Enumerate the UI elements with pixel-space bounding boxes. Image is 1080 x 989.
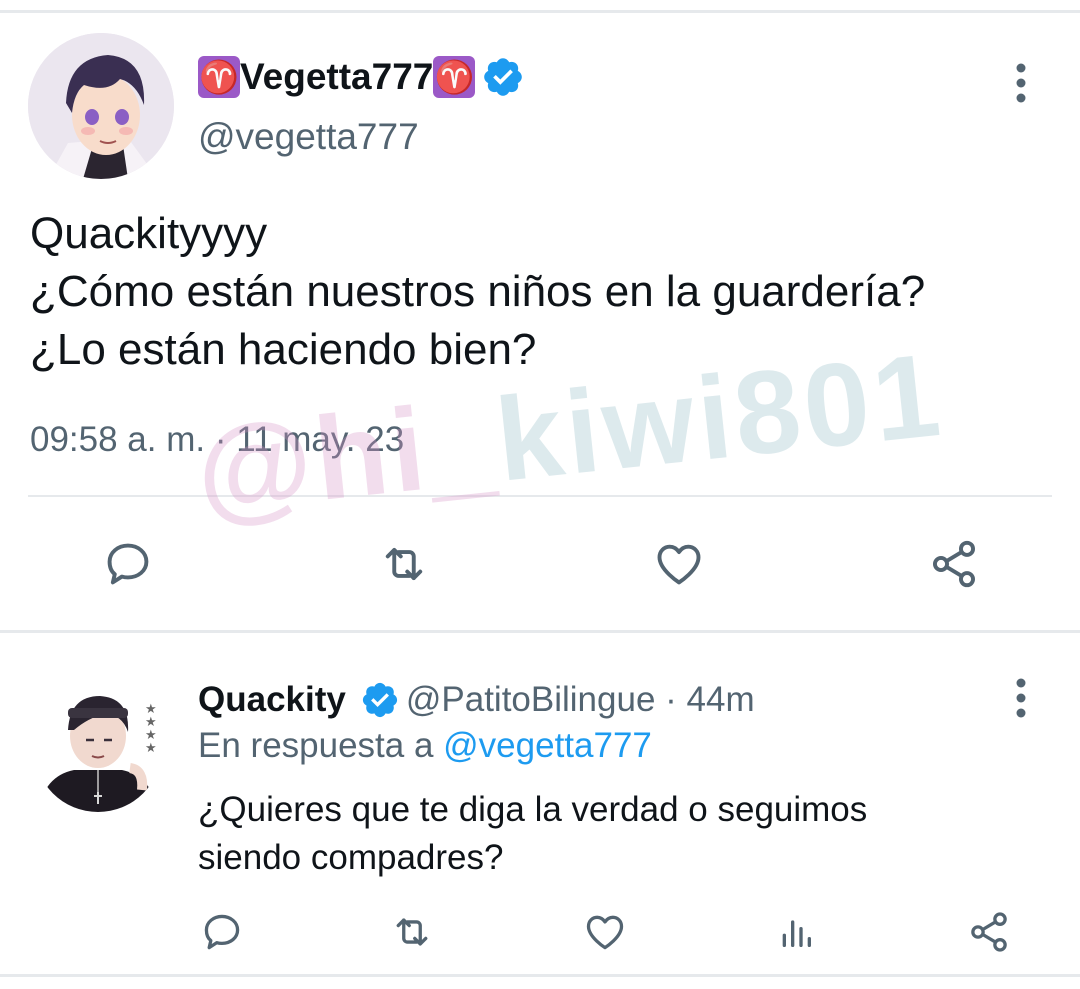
reply-context: En respuesta a @vegetta777 xyxy=(198,726,652,766)
reply-display-name: Quackity xyxy=(198,680,346,719)
share-icon[interactable] xyxy=(966,910,1012,954)
tweet-line: Quackityyyy xyxy=(30,209,268,258)
content-divider xyxy=(28,495,1052,497)
reply-line: ¿Quieres que te diga la verdad o seguimo… xyxy=(198,790,868,829)
vegetta-avatar[interactable] xyxy=(28,33,174,179)
share-icon[interactable] xyxy=(926,538,982,590)
meta-separator: · xyxy=(655,680,687,719)
reply-handle: @PatitoBilingue xyxy=(405,680,656,719)
reply-prefix: En respuesta a xyxy=(198,726,444,765)
reply-author[interactable]: Quackity @PatitoBilingue · 44m xyxy=(198,678,755,722)
tweet-text: Quackityyyy ¿Cómo están nuestros niños e… xyxy=(30,205,925,379)
author-name[interactable]: ♈ Vegetta777 ♈ xyxy=(198,55,525,99)
section-divider xyxy=(0,630,1080,633)
verified-badge-icon xyxy=(362,682,397,718)
aries-emoji-icon: ♈ xyxy=(198,56,240,98)
retweet-icon[interactable] xyxy=(388,910,436,954)
display-name: Vegetta777 xyxy=(240,56,434,97)
quackity-avatar[interactable] xyxy=(34,684,162,812)
more-options-icon[interactable] xyxy=(1006,678,1036,718)
reply-mention-link[interactable]: @vegetta777 xyxy=(443,726,652,765)
avatar-illustration xyxy=(28,33,174,179)
retweet-icon[interactable] xyxy=(376,538,432,590)
like-icon[interactable] xyxy=(582,910,628,954)
stars-decoration: ★ ★ ★ ★ xyxy=(145,701,157,755)
avatar-illustration xyxy=(34,684,162,812)
reply-actions xyxy=(0,906,1080,962)
like-icon[interactable] xyxy=(652,538,706,590)
reply-text: ¿Quieres que te diga la verdad o seguimo… xyxy=(198,786,867,882)
author-handle[interactable]: @vegetta777 xyxy=(198,116,419,158)
tweet-line: ¿Cómo están nuestros niños en la guarder… xyxy=(30,267,926,316)
verified-badge-icon xyxy=(484,58,523,96)
bottom-divider xyxy=(0,974,1080,977)
top-divider xyxy=(0,10,1080,13)
aries-emoji-icon: ♈ xyxy=(433,56,476,98)
reply-icon[interactable] xyxy=(102,538,154,590)
tweet-line: ¿Lo están haciendo bien? xyxy=(30,325,537,374)
tweet-actions xyxy=(0,528,1080,608)
reply-time: 44m xyxy=(686,680,755,719)
reply-line: siendo compadres? xyxy=(198,838,504,877)
tweet-timestamp[interactable]: 09:58 a. m. · 11 may. 23 xyxy=(30,420,404,460)
views-icon[interactable] xyxy=(776,910,816,954)
reply-icon[interactable] xyxy=(200,910,244,954)
more-options-icon[interactable] xyxy=(1006,63,1036,103)
